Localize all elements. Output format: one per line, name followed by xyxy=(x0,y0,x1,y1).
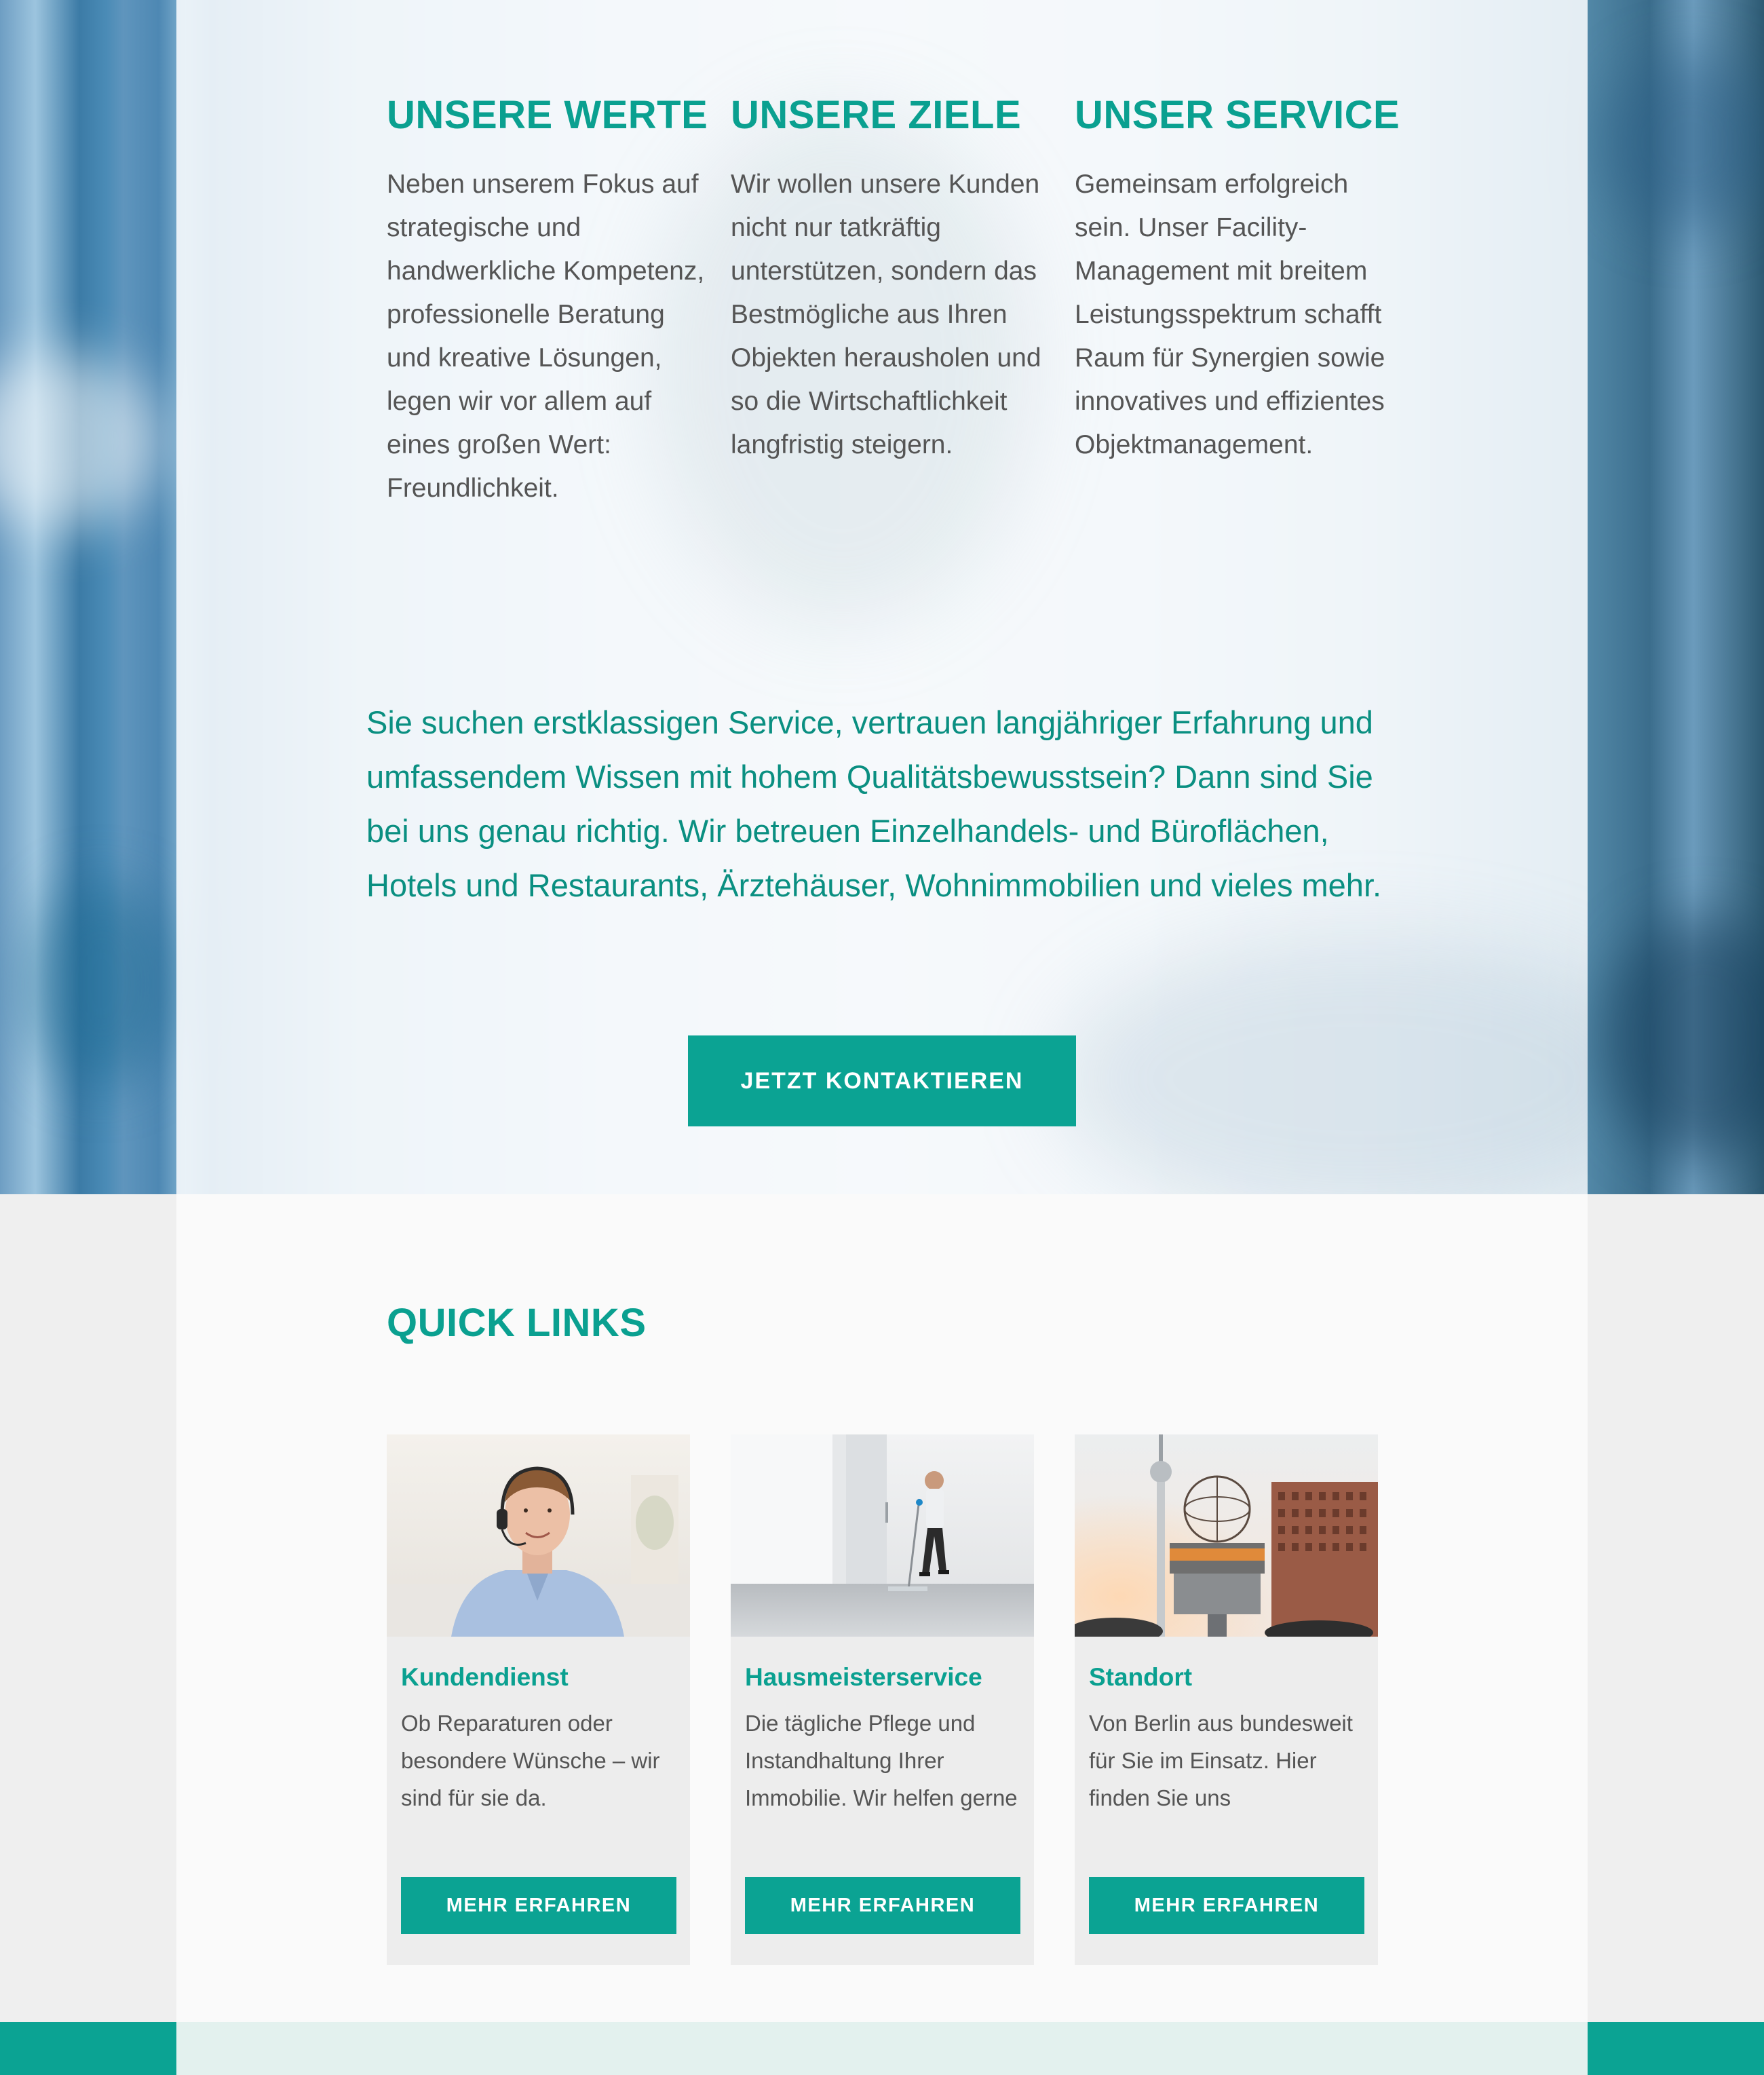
card-description: Ob Reparaturen oder besondere Wünsche – … xyxy=(401,1711,660,1810)
berlin-world-clock-image[interactable] xyxy=(1075,1434,1378,1637)
quick-links-title: QUICK LINKS xyxy=(387,1301,647,1345)
card-description: Die tägliche Pflege und Instandhaltung I… xyxy=(745,1711,1018,1810)
card-title[interactable]: Standort xyxy=(1089,1661,1192,1694)
service-heading: UNSER SERVICE xyxy=(1075,93,1400,137)
values-panel: UNSERE WERTE Neben unserem Fokus auf str… xyxy=(176,0,1588,1194)
background-photo-blur xyxy=(0,353,163,529)
background-person-silhouette xyxy=(1058,936,1588,1194)
background-photo-blur xyxy=(1601,916,1764,1160)
goals-column: UNSERE ZIELE Wir wollen unsere Kunden ni… xyxy=(731,88,1050,467)
card-title[interactable]: Kundendienst xyxy=(401,1661,569,1694)
values-column: UNSERE WERTE Neben unserem Fokus auf str… xyxy=(387,88,708,510)
goals-heading: UNSERE ZIELE xyxy=(731,93,1022,137)
footer-accent-strip xyxy=(0,2022,1764,2075)
support-agent-image[interactable] xyxy=(387,1434,690,1637)
learn-more-button[interactable]: MEHR ERFAHREN xyxy=(1089,1877,1364,1934)
footer-panel xyxy=(176,2022,1588,2075)
service-column: UNSER SERVICE Gemeinsam erfolgreich sein… xyxy=(1075,88,1400,467)
goals-text: Wir wollen unsere Kunden nicht nur tatkr… xyxy=(731,170,1041,459)
quick-link-card-location: Standort Von Berlin aus bundesweit für S… xyxy=(1075,1434,1378,1965)
card-title[interactable]: Hausmeisterservice xyxy=(745,1661,982,1694)
quick-link-card-customer-service: Kundendienst Ob Reparaturen oder besonde… xyxy=(387,1434,690,1965)
quick-link-card-caretaker-service: Hausmeisterservice Die tägliche Pflege u… xyxy=(731,1434,1034,1965)
card-description: Von Berlin aus bundesweit für Sie im Ein… xyxy=(1089,1711,1353,1810)
contact-now-button[interactable]: JETZT KONTAKTIEREN xyxy=(688,1035,1076,1126)
service-text: Gemeinsam erfolgreich sein. Unser Facili… xyxy=(1075,170,1385,459)
janitor-image[interactable] xyxy=(731,1434,1034,1637)
background-photo-blur xyxy=(1601,54,1764,231)
values-heading: UNSERE WERTE xyxy=(387,93,708,137)
quick-links-section: QUICK LINKS Kundendienst Ob Reparaturen … xyxy=(176,1194,1588,2022)
values-section: UNSERE WERTE Neben unserem Fokus auf str… xyxy=(0,0,1764,1194)
learn-more-button[interactable]: MEHR ERFAHREN xyxy=(401,1877,676,1934)
background-photo-blur xyxy=(27,882,176,1086)
learn-more-button[interactable]: MEHR ERFAHREN xyxy=(745,1877,1020,1934)
lead-paragraph: Sie suchen erstklassigen Service, vertra… xyxy=(366,704,1382,903)
values-text: Neben unserem Fokus auf strategische und… xyxy=(387,170,705,503)
